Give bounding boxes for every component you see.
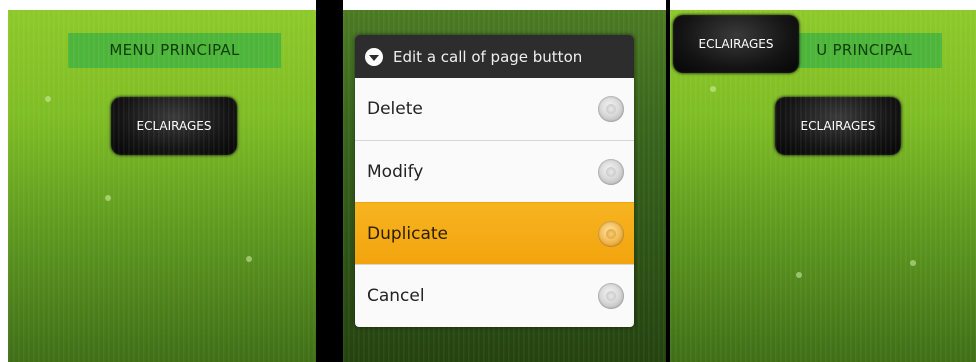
option-duplicate[interactable]: Duplicate xyxy=(355,202,634,264)
option-delete[interactable]: Delete xyxy=(355,78,634,140)
option-label: Cancel xyxy=(367,285,425,306)
water-drop xyxy=(45,96,51,102)
menu-principal-title: MENU PRINCIPAL xyxy=(68,33,281,68)
water-drop xyxy=(910,260,916,266)
option-modify[interactable]: Modify xyxy=(355,140,634,202)
dialog-title: Edit a call of page button xyxy=(393,47,583,66)
dialog-header: Edit a call of page button xyxy=(355,35,634,78)
panel-separator xyxy=(316,0,343,362)
water-drop xyxy=(105,195,111,201)
chevron-down-circle-icon xyxy=(365,47,383,66)
water-drop xyxy=(246,256,252,262)
screen-left: MENU PRINCIPAL ECLAIRAGES xyxy=(8,10,316,362)
option-label: Duplicate xyxy=(367,223,448,244)
option-label: Modify xyxy=(367,161,424,182)
water-drop xyxy=(710,86,716,92)
radio-button-icon[interactable] xyxy=(598,96,624,122)
radio-button-icon[interactable] xyxy=(598,220,624,247)
eclairages-button-dragged-copy[interactable]: ECLAIRAGES xyxy=(673,15,799,73)
eclairages-button[interactable]: ECLAIRAGES xyxy=(111,97,237,155)
edit-page-button-dialog: Edit a call of page button Delete Modify… xyxy=(355,35,634,327)
water-drop xyxy=(796,272,802,278)
eclairages-button[interactable]: ECLAIRAGES xyxy=(775,97,901,155)
radio-button-icon[interactable] xyxy=(598,158,624,185)
option-label: Delete xyxy=(367,99,423,119)
option-cancel[interactable]: Cancel xyxy=(355,264,634,326)
radio-button-icon[interactable] xyxy=(598,282,624,309)
